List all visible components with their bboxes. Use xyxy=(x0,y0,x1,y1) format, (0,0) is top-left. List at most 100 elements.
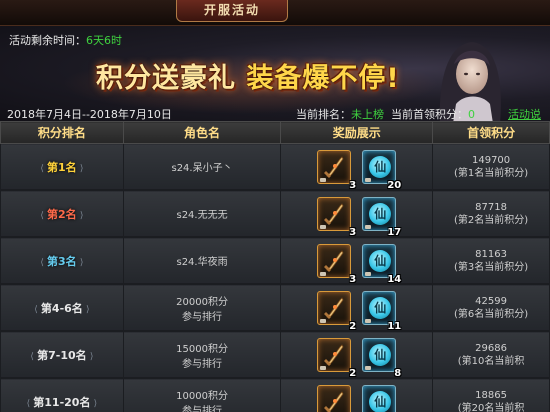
wing-left-icon: ⟨ xyxy=(40,257,44,268)
reward-item-dagger[interactable]: 2 xyxy=(317,337,356,379)
current-rank-label: 当前排名： xyxy=(296,108,351,121)
reward-qty: 14 xyxy=(387,273,402,285)
rank-label: 第1名 xyxy=(47,160,77,174)
rank-label: 第4-6名 xyxy=(40,301,83,315)
header-score: 首领积分 xyxy=(432,121,550,144)
reward-item-dagger[interactable]: 3 xyxy=(317,243,356,285)
table-row: ⟨ 第3名 ⟩ s24.华夜雨 3 仙 14 81163 (第3名当前积分) xyxy=(0,237,550,285)
name-cell: 10000积分参与排行 xyxy=(122,378,282,412)
reward-item-seal[interactable]: 仙 17 xyxy=(362,196,401,238)
bind-icon xyxy=(365,271,372,276)
seal-icon: 仙 xyxy=(369,249,392,272)
current-score-value: 0 xyxy=(468,108,475,121)
reward-qty: 3 xyxy=(349,179,357,191)
reward-item-seal[interactable]: 仙 11 xyxy=(362,290,401,332)
wing-right-icon: ⟩ xyxy=(89,351,94,362)
bind-icon xyxy=(320,271,327,276)
current-score-label: 当前首领积分： xyxy=(391,108,468,121)
table-row: ⟨ 第1名 ⟩ s24.呆小子丶 3 仙 20 149700 (第1名当前积分) xyxy=(0,143,550,191)
reward-item-seal[interactable]: 仙 14 xyxy=(362,243,401,285)
score-cell: 42599 (第6名当前积分) xyxy=(432,284,550,331)
header-rewards: 奖励展示 xyxy=(280,121,434,144)
remaining-value: 6天6时 xyxy=(86,34,122,47)
seal-icon: 仙 xyxy=(369,296,392,319)
reward-item-dagger[interactable]: 2 xyxy=(317,290,356,332)
reward-qty: 2 xyxy=(349,320,357,332)
reward-item-dagger[interactable] xyxy=(317,384,352,412)
seal-icon: 仙 xyxy=(369,202,392,225)
rank-label: 第11-20名 xyxy=(33,395,91,409)
dagger-icon xyxy=(324,390,344,412)
reward-item-seal[interactable]: 仙8 xyxy=(362,337,401,379)
score-value: 149700 xyxy=(471,154,511,166)
bind-icon xyxy=(365,224,372,229)
name-cell: 20000积分 参与排行 xyxy=(122,284,282,331)
wing-right-icon: ⟩ xyxy=(85,304,90,315)
bind-icon xyxy=(320,224,327,229)
reward-item-dagger[interactable]: 3 xyxy=(317,196,356,238)
help-link[interactable]: 活动说明 xyxy=(508,106,550,121)
role-name: 20000积分 xyxy=(176,296,228,308)
score-cell: 149700 (第1名当前积分) xyxy=(432,143,550,190)
rank-cell: ⟨ 第11-20名 ⟩ xyxy=(0,378,124,412)
score-cell: 29686 (第10名当前积 xyxy=(432,331,550,378)
score-value: 87718 xyxy=(475,201,507,213)
reward-cell: 3 仙 14 xyxy=(280,237,434,285)
reward-item-dagger[interactable]: 3 xyxy=(317,149,356,191)
table-header-row: 积分排名 角色名 奖励展示 首领积分 xyxy=(0,121,550,144)
reward-qty: 3 xyxy=(349,226,357,238)
wing-right-icon: ⟩ xyxy=(79,210,84,221)
bind-icon xyxy=(320,365,327,370)
reward-cell: 3 仙 17 xyxy=(280,190,434,238)
wing-left-icon: ⟨ xyxy=(40,210,44,221)
reward-item-seal[interactable]: 仙 20 xyxy=(362,149,401,191)
reward-list: 仙 xyxy=(281,384,432,412)
reward-qty: 8 xyxy=(394,367,402,379)
dagger-icon xyxy=(324,343,344,366)
score-note: (第20名当前积 xyxy=(457,402,525,412)
role-sub: 参与排行 xyxy=(182,358,223,370)
name-cell: s24.呆小子丶 xyxy=(122,143,282,190)
wing-left-icon: ⟨ xyxy=(26,398,31,409)
bind-icon xyxy=(365,365,372,370)
remaining-label: 活动剩余时间： xyxy=(9,34,86,47)
role-sub: 参与排行 xyxy=(182,405,223,412)
dagger-icon xyxy=(324,155,344,178)
event-tab[interactable]: 开服活动 xyxy=(176,0,288,22)
ranking-table: 积分排名 角色名 奖励展示 首领积分 ⟨ 第1名 ⟩ s24.呆小子丶 3 仙 20 14… xyxy=(0,121,550,412)
rank-label: 第7-10名 xyxy=(37,348,87,362)
rank-label: 第2名 xyxy=(47,207,77,221)
score-cell: 18865 (第20名当前积 xyxy=(432,378,550,412)
rank-label: 第3名 xyxy=(47,254,77,268)
role-name: s24.呆小子丶 xyxy=(171,163,233,174)
reward-list: 2仙8 xyxy=(281,337,432,379)
rank-cell: ⟨ 第2名 ⟩ xyxy=(0,190,124,237)
reward-item-seal[interactable]: 仙 xyxy=(362,384,397,412)
header-name: 角色名 xyxy=(122,121,282,144)
reward-list: 3 仙 14 xyxy=(281,243,432,285)
seal-icon: 仙 xyxy=(369,390,392,412)
role-name: 10000积分 xyxy=(176,390,228,402)
score-value: 81163 xyxy=(475,248,507,260)
rank-cell: ⟨ 第1名 ⟩ xyxy=(0,143,124,190)
event-banner: 活动剩余时间：6天6时 积分送豪礼 装备爆不停! 2018年7月4日--2018… xyxy=(0,26,550,121)
dagger-icon xyxy=(324,202,344,225)
remaining-time: 活动剩余时间：6天6时 xyxy=(9,32,122,48)
score-note: (第10名当前积 xyxy=(457,355,525,367)
score-note: (第6名当前积分) xyxy=(454,308,529,320)
reward-list: 3 仙 17 xyxy=(281,196,432,238)
reward-qty: 20 xyxy=(387,179,402,191)
bind-icon xyxy=(320,318,327,323)
table-row: ⟨ 第7-10名 ⟩ 15000积分 参与排行 2 仙 8 29686 (第10名当前积 xyxy=(0,331,550,379)
wing-left-icon: ⟨ xyxy=(40,163,44,174)
dagger-icon xyxy=(324,249,344,272)
bind-icon xyxy=(365,177,372,182)
seal-icon: 仙 xyxy=(369,155,392,178)
reward-list: 3 仙 20 xyxy=(281,149,432,191)
score-note: (第3名当前积分) xyxy=(454,261,529,273)
dagger-icon xyxy=(324,296,344,319)
rank-cell: ⟨ 第7-10名 ⟩ xyxy=(0,331,124,378)
wing-left-icon: ⟨ xyxy=(30,351,34,362)
role-sub: 参与排行 xyxy=(182,311,223,323)
name-cell: s24.华夜雨 xyxy=(122,237,282,284)
